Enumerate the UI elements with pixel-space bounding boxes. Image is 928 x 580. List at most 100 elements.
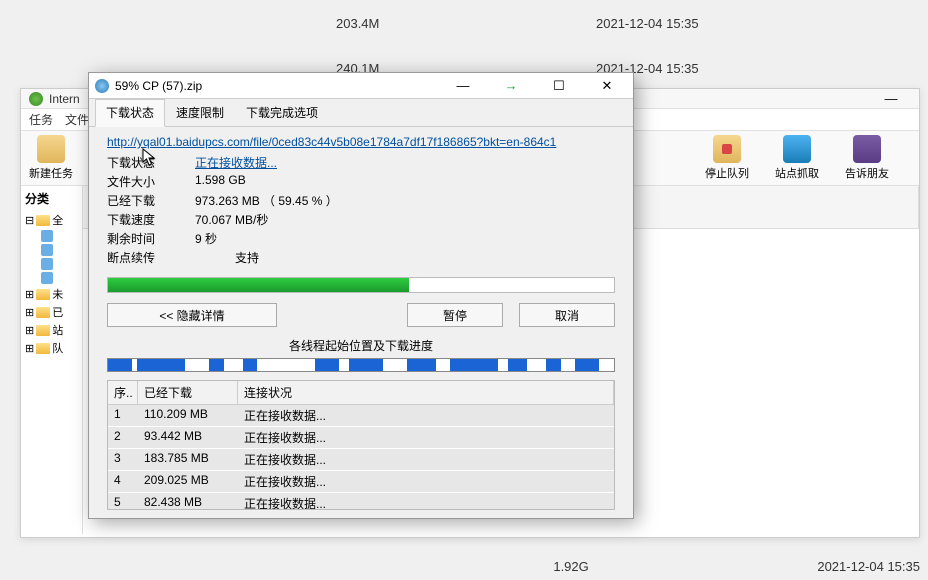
thread-idx: 1 <box>108 405 138 426</box>
sidebar-item[interactable]: ⊞队 <box>25 339 78 357</box>
thread-segment <box>209 359 223 371</box>
thread-segment <box>450 359 498 371</box>
downloaded-label: 已经下载 <box>107 192 195 209</box>
thread-row[interactable]: 293.442 MB正在接收数据... <box>108 427 614 449</box>
thread-segment <box>527 359 546 371</box>
menu-tasks[interactable]: 任务 <box>29 111 53 128</box>
thread-segment <box>575 359 599 371</box>
speed-label: 下载速度 <box>107 211 195 228</box>
th-index[interactable]: 序.. <box>108 381 138 404</box>
thread-segment <box>561 359 575 371</box>
sidebar-item[interactable]: ⊟全 <box>25 211 78 229</box>
category-icon <box>41 230 53 242</box>
category-icon <box>41 258 53 270</box>
thread-segment <box>315 359 339 371</box>
thread-progress-strip <box>107 358 615 372</box>
remain-label: 剩余时间 <box>107 230 195 247</box>
arrow-icon[interactable]: → <box>491 76 531 96</box>
thread-downloaded: 209.025 MB <box>138 471 238 492</box>
downloaded-value: 973.263 MB （ 59.45 % ） <box>195 192 338 209</box>
thread-downloaded: 82.438 MB <box>138 493 238 510</box>
thread-row[interactable]: 4209.025 MB正在接收数据... <box>108 471 614 493</box>
thread-segment <box>339 359 349 371</box>
sidebar-leaf[interactable] <box>25 229 78 243</box>
cancel-button[interactable]: 取消 <box>519 303 615 327</box>
folder-icon <box>36 289 50 300</box>
close-button[interactable]: ✕ <box>587 76 627 96</box>
download-dialog: 59% CP (57).zip — → ☐ ✕ 下载状态 速度限制 下载完成选项… <box>88 72 634 519</box>
tell-friend-label: 告诉朋友 <box>845 165 889 181</box>
new-task-button[interactable]: 新建任务 <box>29 135 73 181</box>
tab-on-complete[interactable]: 下载完成选项 <box>235 99 329 126</box>
pause-button[interactable]: 暂停 <box>407 303 503 327</box>
sidebar-item-label: 已 <box>52 304 63 320</box>
new-task-label: 新建任务 <box>29 165 73 181</box>
download-url[interactable]: http://yqal01.baidupcs.com/file/0ced83c4… <box>107 135 615 149</box>
resume-label: 断点续传 <box>107 249 195 266</box>
tree-expander-icon[interactable]: ⊞ <box>25 342 34 355</box>
tab-strip: 下载状态 速度限制 下载完成选项 <box>89 99 633 127</box>
status-value[interactable]: 正在接收数据... <box>195 154 277 171</box>
tree-expander-icon[interactable]: ⊞ <box>25 324 34 337</box>
th-downloaded[interactable]: 已经下载 <box>138 381 238 404</box>
th-status[interactable]: 连接状况 <box>238 381 614 404</box>
sidebar-item[interactable]: ⊞站 <box>25 321 78 339</box>
tree-expander-icon[interactable]: ⊞ <box>25 306 34 319</box>
thread-segment <box>546 359 560 371</box>
sidebar-leaf[interactable] <box>25 257 78 271</box>
folder-icon <box>36 307 50 318</box>
stop-icon <box>713 135 741 163</box>
sidebar-leaf[interactable] <box>25 271 78 285</box>
thread-idx: 3 <box>108 449 138 470</box>
thread-table[interactable]: 序.. 已经下载 连接状况 1110.209 MB正在接收数据...293.44… <box>107 380 615 510</box>
thread-segment <box>508 359 527 371</box>
thread-idx: 2 <box>108 427 138 448</box>
thread-status: 正在接收数据... <box>238 405 614 426</box>
thread-segment <box>224 359 243 371</box>
stop-queue-button[interactable]: 停止队列 <box>705 135 749 181</box>
tab-speed-limit[interactable]: 速度限制 <box>165 99 235 126</box>
thread-segment <box>108 359 132 371</box>
sidebar-leaf[interactable] <box>25 243 78 257</box>
footer-row: 1.92G 2021-12-04 15:35 <box>553 559 920 574</box>
thread-segment <box>185 359 209 371</box>
stop-queue-label: 停止队列 <box>705 165 749 181</box>
tab-status[interactable]: 下载状态 <box>95 99 165 127</box>
thread-segment <box>349 359 383 371</box>
sidebar-item[interactable]: ⊞已 <box>25 303 78 321</box>
filesize-label: 文件大小 <box>107 173 195 190</box>
footer-size: 1.92G <box>553 559 817 574</box>
thread-idx: 5 <box>108 493 138 510</box>
thread-downloaded: 183.785 MB <box>138 449 238 470</box>
dialog-titlebar[interactable]: 59% CP (57).zip — → ☐ ✕ <box>89 73 633 99</box>
menu-file[interactable]: 文件 <box>65 111 89 128</box>
app-title: Intern <box>49 92 80 106</box>
progress-bar <box>107 277 615 293</box>
sidebar-item-label: 站 <box>52 322 63 338</box>
hide-details-button[interactable]: << 隐藏详情 <box>107 303 277 327</box>
new-task-icon <box>37 135 65 163</box>
thread-idx: 4 <box>108 471 138 492</box>
sidebar-item[interactable]: ⊞未 <box>25 285 78 303</box>
thread-row[interactable]: 3183.785 MB正在接收数据... <box>108 449 614 471</box>
tell-friend-button[interactable]: 告诉朋友 <box>845 135 889 181</box>
tell-friend-icon <box>853 135 881 163</box>
tree-expander-icon[interactable]: ⊟ <box>25 214 34 227</box>
thread-row[interactable]: 1110.209 MB正在接收数据... <box>108 405 614 427</box>
file-row[interactable]: 203.4M2021-12-04 15:35 <box>328 12 928 35</box>
thread-status: 正在接收数据... <box>238 427 614 448</box>
folder-icon <box>36 343 50 354</box>
thread-segment <box>599 359 613 371</box>
maximize-button[interactable]: ☐ <box>539 76 579 96</box>
thread-segment <box>137 359 185 371</box>
thread-status: 正在接收数据... <box>238 449 614 470</box>
sidebar-item-label: 未 <box>52 286 63 302</box>
minimize-button[interactable]: — <box>871 89 911 109</box>
site-grab-button[interactable]: 站点抓取 <box>775 135 819 181</box>
speed-value: 70.067 MB/秒 <box>195 211 268 228</box>
thread-status: 正在接收数据... <box>238 471 614 492</box>
tree-expander-icon[interactable]: ⊞ <box>25 288 34 301</box>
status-label: 下载状态 <box>107 154 195 171</box>
minimize-button[interactable]: — <box>443 76 483 96</box>
thread-row[interactable]: 582.438 MB正在接收数据... <box>108 493 614 510</box>
